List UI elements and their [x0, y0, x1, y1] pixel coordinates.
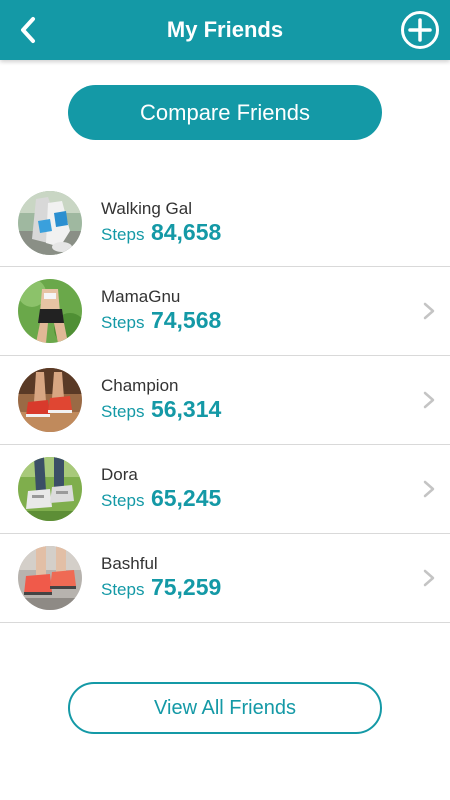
- friend-row[interactable]: Dora Steps 65,245: [0, 445, 450, 534]
- chevron-right-icon: [423, 302, 435, 320]
- steps-value: 65,245: [150, 485, 222, 511]
- steps-label: Steps: [101, 225, 145, 244]
- add-friend-button[interactable]: [400, 10, 440, 50]
- friend-row[interactable]: MamaGnu Steps 74,568: [0, 267, 450, 356]
- steps-line: Steps 75,259: [101, 574, 221, 601]
- steps-line: Steps 56,314: [101, 396, 221, 423]
- friend-name: Champion: [101, 376, 179, 395]
- steps-value: 75,259: [150, 574, 222, 600]
- steps-label: Steps: [101, 313, 145, 332]
- app-screen: My Friends Compare Friends Walking Gal S…: [0, 0, 450, 800]
- avatar-red-sneakers-photo: [18, 368, 82, 432]
- avatar-walking-shoes-photo: [18, 191, 82, 255]
- steps-label: Steps: [101, 491, 145, 510]
- friend-name: Dora: [101, 465, 138, 484]
- steps-line: Steps 74,568: [101, 307, 221, 334]
- header-bar: My Friends: [0, 0, 450, 60]
- plus-circle-icon: [401, 11, 439, 49]
- steps-label: Steps: [101, 402, 145, 421]
- friend-name: Walking Gal: [101, 199, 193, 218]
- friends-list: Walking Gal Steps 84,658 MamaGnu Steps 7…: [0, 178, 450, 623]
- steps-label: Steps: [101, 580, 145, 599]
- avatar-grass-sneakers-photo: [18, 457, 82, 521]
- view-all-friends-button[interactable]: View All Friends: [68, 682, 382, 734]
- friend-row[interactable]: Champion Steps 56,314: [0, 356, 450, 445]
- avatar-runner-photo: [18, 279, 82, 343]
- friend-name: Bashful: [101, 554, 158, 573]
- friend-row[interactable]: Walking Gal Steps 84,658: [0, 178, 450, 267]
- chevron-right-icon: [423, 569, 435, 587]
- steps-value: 84,658: [150, 219, 222, 245]
- steps-value: 74,568: [150, 307, 222, 333]
- steps-line: Steps 65,245: [101, 485, 221, 512]
- steps-value: 56,314: [150, 396, 222, 422]
- compare-friends-button[interactable]: Compare Friends: [68, 85, 382, 140]
- friend-name: MamaGnu: [101, 287, 181, 306]
- page-title: My Friends: [166, 17, 284, 42]
- steps-line: Steps 84,658: [101, 219, 221, 246]
- chevron-right-icon: [423, 480, 435, 498]
- chevron-right-icon: [423, 391, 435, 409]
- avatar-pavement-sneakers-photo: [18, 546, 82, 610]
- friend-row[interactable]: Bashful Steps 75,259: [0, 534, 450, 623]
